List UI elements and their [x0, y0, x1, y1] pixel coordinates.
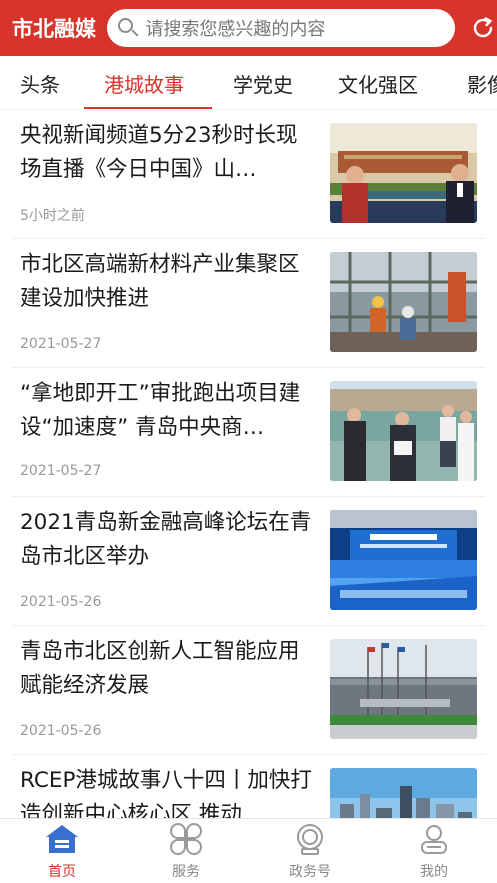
- active-tab-indicator: [84, 107, 212, 109]
- nav-label: 我的: [420, 864, 448, 880]
- tab-port-city-stories[interactable]: 港城故事: [104, 69, 184, 98]
- nav-profile[interactable]: 我的: [372, 823, 496, 881]
- tab-video[interactable]: 影像: [467, 69, 497, 98]
- tab-party-history[interactable]: 学党史: [233, 69, 293, 98]
- app-logo: 市北融媒: [12, 17, 96, 41]
- news-thumbnail: [330, 381, 477, 481]
- news-title: 央视新闻频道5分23秒时长现场直播《今日中国》山…: [20, 123, 298, 182]
- service-grid-icon: [169, 823, 203, 855]
- news-thumbnail: [330, 123, 477, 223]
- badge-icon: [293, 823, 327, 855]
- news-item[interactable]: “拿地即开工”审批跑出项目建设“加速度” 青岛中央商… 2021-05-27: [12, 369, 485, 497]
- nav-gov-account[interactable]: 政务号: [248, 823, 372, 881]
- news-item[interactable]: 青岛市北区创新人工智能应用赋能经济发展 2021-05-26: [12, 627, 485, 755]
- news-item[interactable]: 2021青岛新金融高峰论坛在青岛市北区举办 2021-05-26: [12, 498, 485, 626]
- refresh-icon[interactable]: [469, 14, 497, 42]
- search-icon: [117, 17, 139, 39]
- category-tabs: 头条 港城故事 学党史 文化强区 影像: [0, 56, 497, 110]
- news-title: “拿地即开工”审批跑出项目建设“加速度” 青岛中央商…: [20, 381, 301, 440]
- nav-home[interactable]: 首页: [0, 823, 124, 881]
- nav-label: 首页: [48, 864, 76, 880]
- search-placeholder: 请搜索您感兴趣的内容: [145, 19, 326, 40]
- user-icon: [417, 823, 451, 855]
- news-item[interactable]: 央视新闻频道5分23秒时长现场直播《今日中国》山… 5小时之前: [12, 111, 485, 239]
- nav-service[interactable]: 服务: [124, 823, 248, 881]
- news-title: 市北区高端新材料产业集聚区建设加快推进: [20, 252, 300, 311]
- news-thumbnail: [330, 510, 477, 610]
- news-time: 2021-05-27: [20, 336, 102, 352]
- tab-culture[interactable]: 文化强区: [338, 69, 418, 98]
- app-header: 市北融媒 请搜索您感兴趣的内容: [0, 0, 497, 56]
- news-time: 5小时之前: [20, 208, 85, 224]
- nav-label: 政务号: [289, 864, 331, 880]
- news-item[interactable]: 市北区高端新材料产业集聚区建设加快推进 2021-05-27: [12, 240, 485, 368]
- home-icon: [45, 823, 79, 855]
- news-time: 2021-05-27: [20, 463, 102, 479]
- news-thumbnail: [330, 639, 477, 739]
- news-thumbnail: [330, 252, 477, 352]
- news-title: 青岛市北区创新人工智能应用赋能经济发展: [20, 639, 300, 698]
- bottom-navigation: 首页 服务 政务号 我的: [0, 818, 497, 883]
- nav-label: 服务: [172, 864, 200, 880]
- search-bar[interactable]: 请搜索您感兴趣的内容: [107, 9, 456, 47]
- tab-headlines[interactable]: 头条: [20, 69, 60, 98]
- news-time: 2021-05-26: [20, 594, 102, 610]
- news-time: 2021-05-26: [20, 723, 102, 739]
- news-title: 2021青岛新金融高峰论坛在青岛市北区举办: [20, 510, 312, 569]
